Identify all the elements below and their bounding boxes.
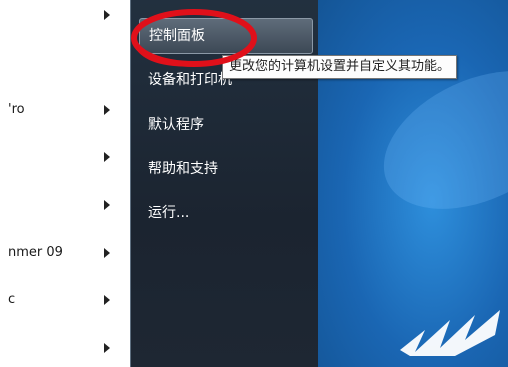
run-item[interactable]: 运行...	[139, 196, 311, 230]
program-folder-item[interactable]	[0, 145, 130, 169]
control-panel-item[interactable]: 控制面板	[139, 18, 313, 54]
default-programs-label: 默认程序	[148, 117, 204, 133]
program-folder-label: c	[8, 292, 16, 307]
program-folder-item[interactable]	[0, 336, 130, 360]
submenu-arrow-icon	[104, 200, 110, 210]
run-label: 运行...	[148, 205, 190, 221]
program-folder-item[interactable]: nmer 09	[0, 241, 130, 265]
program-folder-label: 'ro	[8, 102, 25, 117]
help-and-support-item[interactable]: 帮助和支持	[139, 152, 311, 186]
all-programs-pane: 'ro nmer 09 c	[0, 0, 130, 367]
control-panel-tooltip: 更改您的计算机设置并自定义其功能。	[222, 55, 458, 79]
program-folder-item[interactable]: 'ro	[0, 98, 130, 122]
submenu-arrow-icon	[104, 105, 110, 115]
submenu-arrow-icon	[104, 343, 110, 353]
help-and-support-label: 帮助和支持	[148, 161, 218, 177]
submenu-arrow-icon	[104, 248, 110, 258]
program-folder-item[interactable]	[0, 193, 130, 217]
redaction-scribble-icon	[400, 310, 500, 356]
default-programs-item[interactable]: 默认程序	[139, 108, 311, 142]
submenu-arrow-icon	[104, 152, 110, 162]
program-folder-item[interactable]	[0, 3, 130, 27]
control-panel-label: 控制面板	[149, 28, 205, 44]
program-folder-item[interactable]: c	[0, 288, 130, 312]
submenu-arrow-icon	[104, 295, 110, 305]
submenu-arrow-icon	[104, 10, 110, 20]
devices-and-printers-label: 设备和打印机	[148, 72, 232, 88]
program-folder-label: nmer 09	[8, 245, 63, 260]
